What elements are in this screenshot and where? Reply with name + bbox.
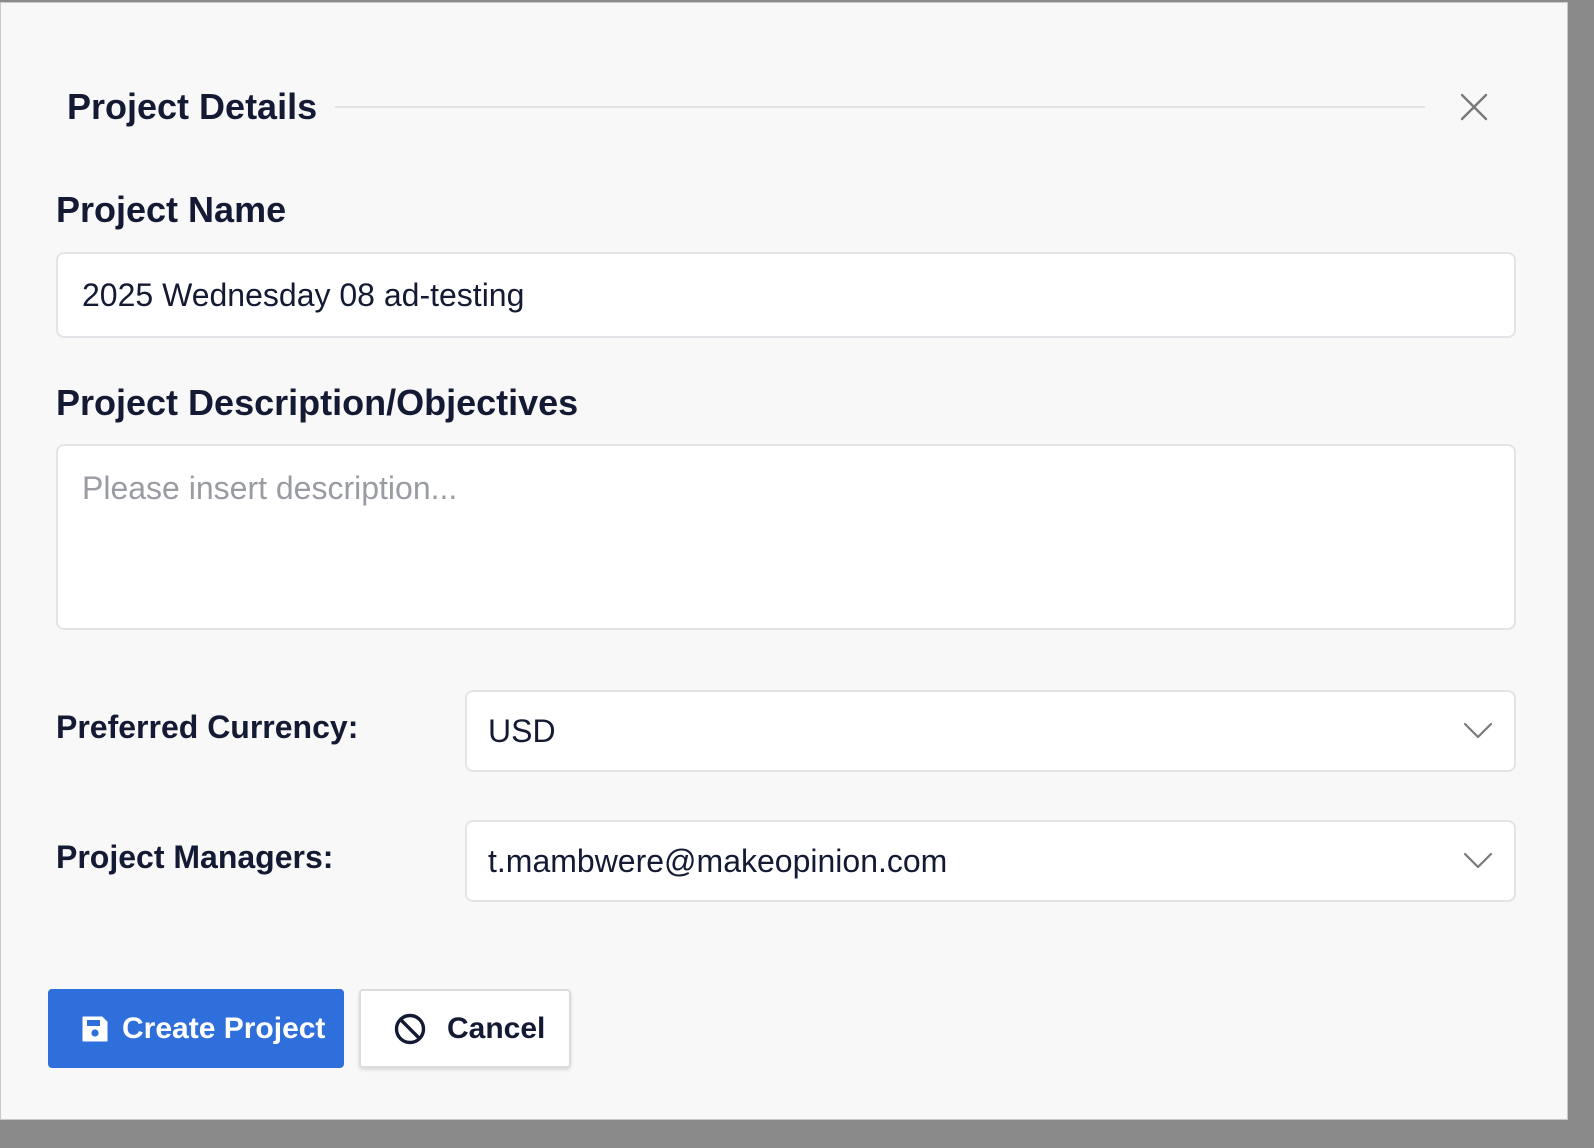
header-divider	[335, 106, 1425, 108]
project-description-textarea[interactable]	[56, 444, 1516, 630]
save-icon	[80, 1014, 110, 1044]
project-managers-label: Project Managers:	[56, 839, 334, 875]
dialog-title: Project Details	[67, 86, 318, 127]
project-name-input[interactable]	[56, 252, 1516, 338]
create-project-label: Create Project	[122, 1011, 326, 1045]
cancel-button[interactable]: Cancel	[359, 989, 571, 1068]
chevron-down-icon	[1463, 722, 1493, 739]
chevron-down-icon	[1463, 852, 1493, 869]
ban-icon	[393, 1012, 427, 1046]
project-name-label: Project Name	[56, 189, 287, 230]
dialog-header: Project Details	[67, 83, 1507, 131]
create-project-button[interactable]: Create Project	[48, 989, 344, 1068]
project-details-dialog: Project Details Project Name Project Des…	[0, 2, 1568, 1120]
project-description-label: Project Description/Objectives	[56, 382, 579, 423]
managers-selected-value: t.mambwere@makeopinion.com	[488, 843, 948, 879]
close-icon	[1460, 93, 1488, 121]
preferred-currency-label: Preferred Currency:	[56, 709, 359, 745]
project-managers-select[interactable]: t.mambwere@makeopinion.com	[465, 820, 1516, 902]
currency-selected-value: USD	[488, 713, 556, 749]
close-button[interactable]	[1452, 85, 1496, 129]
cancel-label: Cancel	[447, 1011, 546, 1045]
currency-select[interactable]: USD	[465, 690, 1516, 772]
